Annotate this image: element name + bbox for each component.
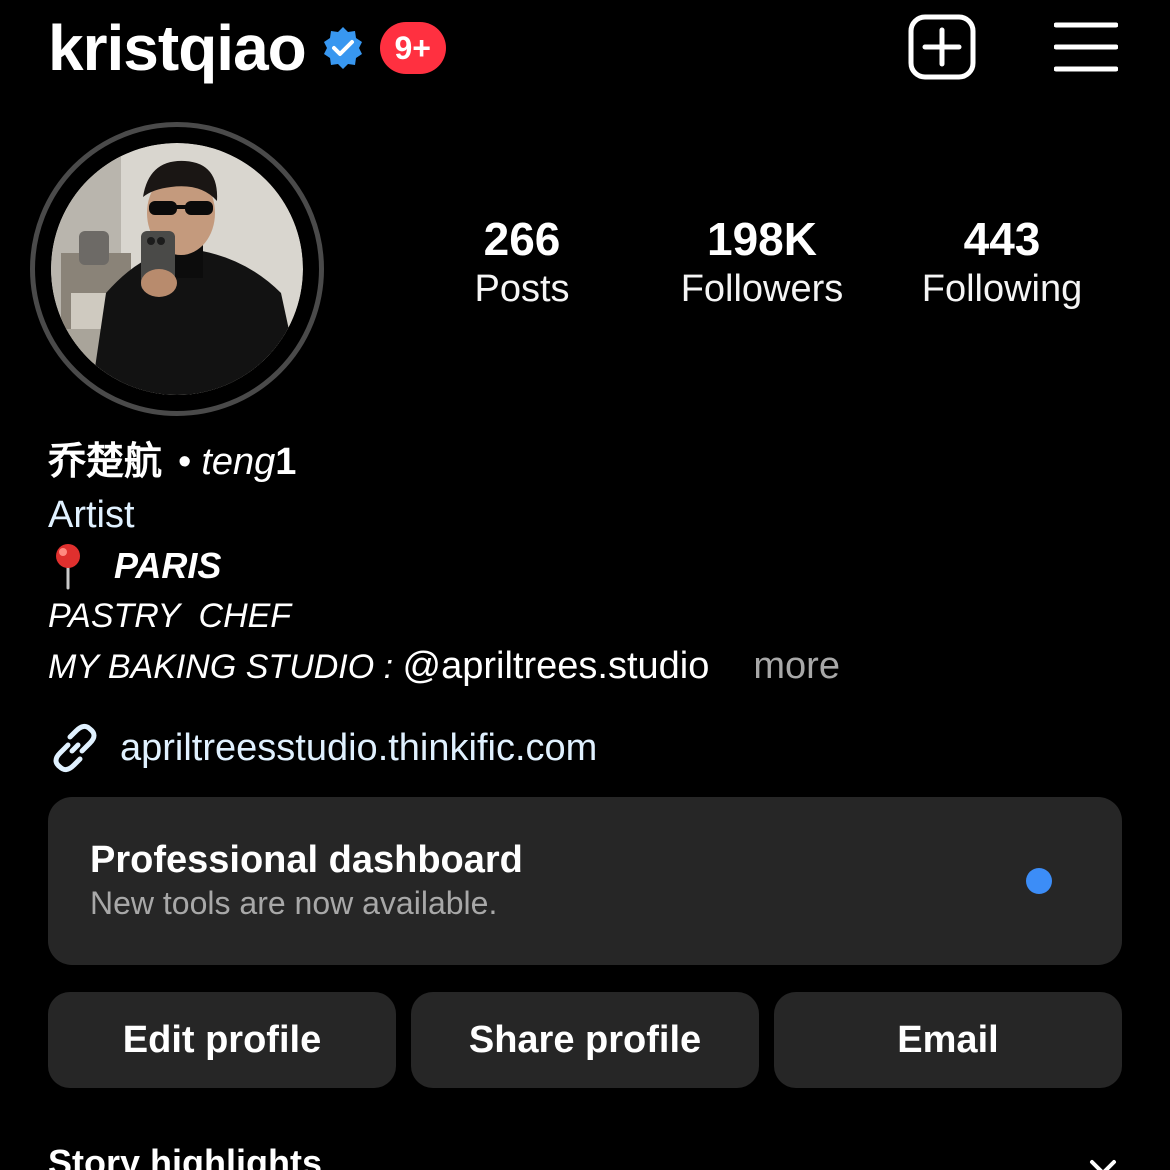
share-profile-button[interactable]: Share profile [411, 992, 759, 1088]
pronoun-handle-suffix: 1 [275, 441, 297, 483]
following-count: 443 [963, 213, 1041, 265]
dashboard-title: Professional dashboard [90, 839, 523, 881]
following-label: Following [921, 268, 1083, 310]
mention-link[interactable]: @apriltrees.studio [403, 645, 710, 687]
display-name: 乔楚航 [48, 439, 163, 483]
link-icon [53, 723, 97, 773]
chevron-down-icon[interactable] [1088, 1158, 1118, 1170]
email-button[interactable]: Email [774, 992, 1122, 1088]
bio-section: 乔楚航 • teng 1 Artist PARIS PASTRY CHEF MY … [48, 436, 1128, 692]
username[interactable]: kristqiao [48, 8, 307, 88]
dashboard-subtitle: New tools are now available. [90, 885, 498, 921]
followers-label: Followers [680, 268, 844, 310]
posts-label: Posts [474, 268, 570, 310]
posts-count: 266 [483, 213, 561, 265]
name-separator: • [178, 441, 192, 483]
avatar[interactable] [51, 143, 303, 395]
website-link-text[interactable]: apriltreesstudio.thinkific.com [120, 727, 597, 770]
location-line: PARIS [48, 541, 1128, 591]
following-stat[interactable]: 443 Following [892, 212, 1112, 312]
website-link[interactable]: apriltreesstudio.thinkific.com [48, 718, 597, 778]
professional-dashboard-card[interactable]: Professional dashboard New tools are now… [48, 797, 1122, 965]
name-line: 乔楚航 • teng 1 [48, 436, 1128, 487]
location-text: PARIS [114, 545, 222, 586]
bio-line-2-prefix: MY BAKING STUDIO : [48, 648, 403, 686]
story-highlights-title[interactable]: Story highlights [48, 1140, 322, 1170]
notification-badge[interactable]: 9+ [379, 22, 446, 74]
bio-line-1: PASTRY CHEF [48, 597, 292, 635]
hamburger-menu-icon[interactable] [1054, 20, 1118, 74]
avatar-ring[interactable] [30, 122, 324, 416]
new-post-button[interactable] [908, 14, 976, 80]
followers-stat[interactable]: 198K Followers [652, 212, 872, 312]
verified-badge-icon [323, 27, 362, 69]
profile-category: Artist [48, 494, 135, 536]
pushpin-icon [56, 544, 80, 590]
profile-header: kristqiao 9+ [48, 8, 446, 88]
followers-count: 198K [707, 213, 817, 265]
profile-page: kristqiao 9+ 266 Posts 198K Followers 44… [0, 0, 1170, 1170]
new-indicator-dot [1026, 868, 1052, 894]
pronoun-handle: teng [201, 441, 276, 483]
more-link[interactable]: more [753, 645, 840, 687]
posts-stat[interactable]: 266 Posts [412, 212, 632, 312]
edit-profile-button[interactable]: Edit profile [48, 992, 396, 1088]
bio-line-2: MY BAKING STUDIO : @apriltrees.studio mor… [48, 641, 1128, 692]
